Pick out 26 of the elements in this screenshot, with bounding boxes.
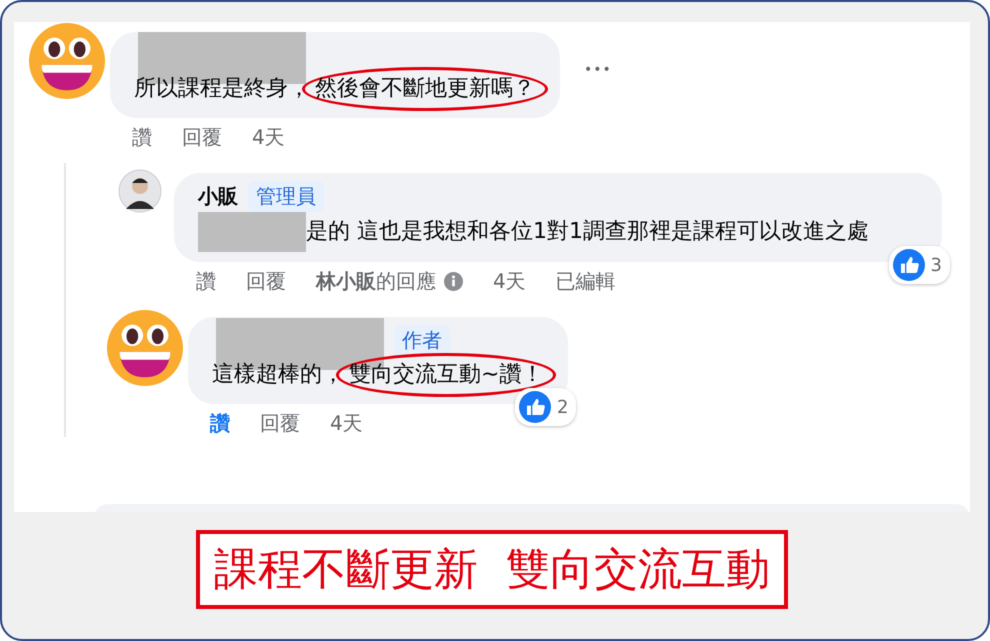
role-badge: 作者 [394, 325, 450, 356]
circled-text: 然後會不斷地更新嗎？ [302, 67, 548, 111]
timestamp: 4天 [330, 410, 363, 437]
thumbs-up-icon [518, 391, 551, 423]
like-link[interactable]: 讚 [210, 410, 230, 437]
reaction-badge[interactable]: 3 [888, 246, 950, 284]
reply-link[interactable]: 回覆 [182, 124, 222, 151]
author-name[interactable]: 小販 [198, 183, 238, 210]
comment-text: 是的 這也是我想和各位1對1調查那裡是課程可以改進之處 [306, 219, 869, 244]
reply-link[interactable]: 回覆 [246, 268, 286, 295]
info-icon[interactable] [444, 272, 463, 291]
reply-link[interactable]: 回覆 [260, 410, 300, 437]
edited-label: 已編輯 [556, 268, 616, 295]
timestamp: 4天 [252, 124, 285, 151]
like-link[interactable]: 讚 [196, 268, 216, 295]
smiley-avatar[interactable] [106, 309, 184, 387]
caption-banner: 課程不斷更新 雙向交流互動 [196, 530, 788, 609]
thumbs-up-icon [892, 249, 925, 281]
reaction-badge[interactable]: 2 [514, 388, 576, 426]
role-badge: 管理員 [248, 181, 324, 212]
more-options[interactable]: ••• [584, 62, 612, 78]
responder-text: 林小販的回應 [316, 268, 436, 295]
like-link[interactable]: 讚 [132, 124, 152, 151]
profile-avatar[interactable] [118, 169, 162, 213]
smiley-avatar[interactable] [28, 22, 106, 100]
timestamp: 4天 [493, 268, 526, 295]
